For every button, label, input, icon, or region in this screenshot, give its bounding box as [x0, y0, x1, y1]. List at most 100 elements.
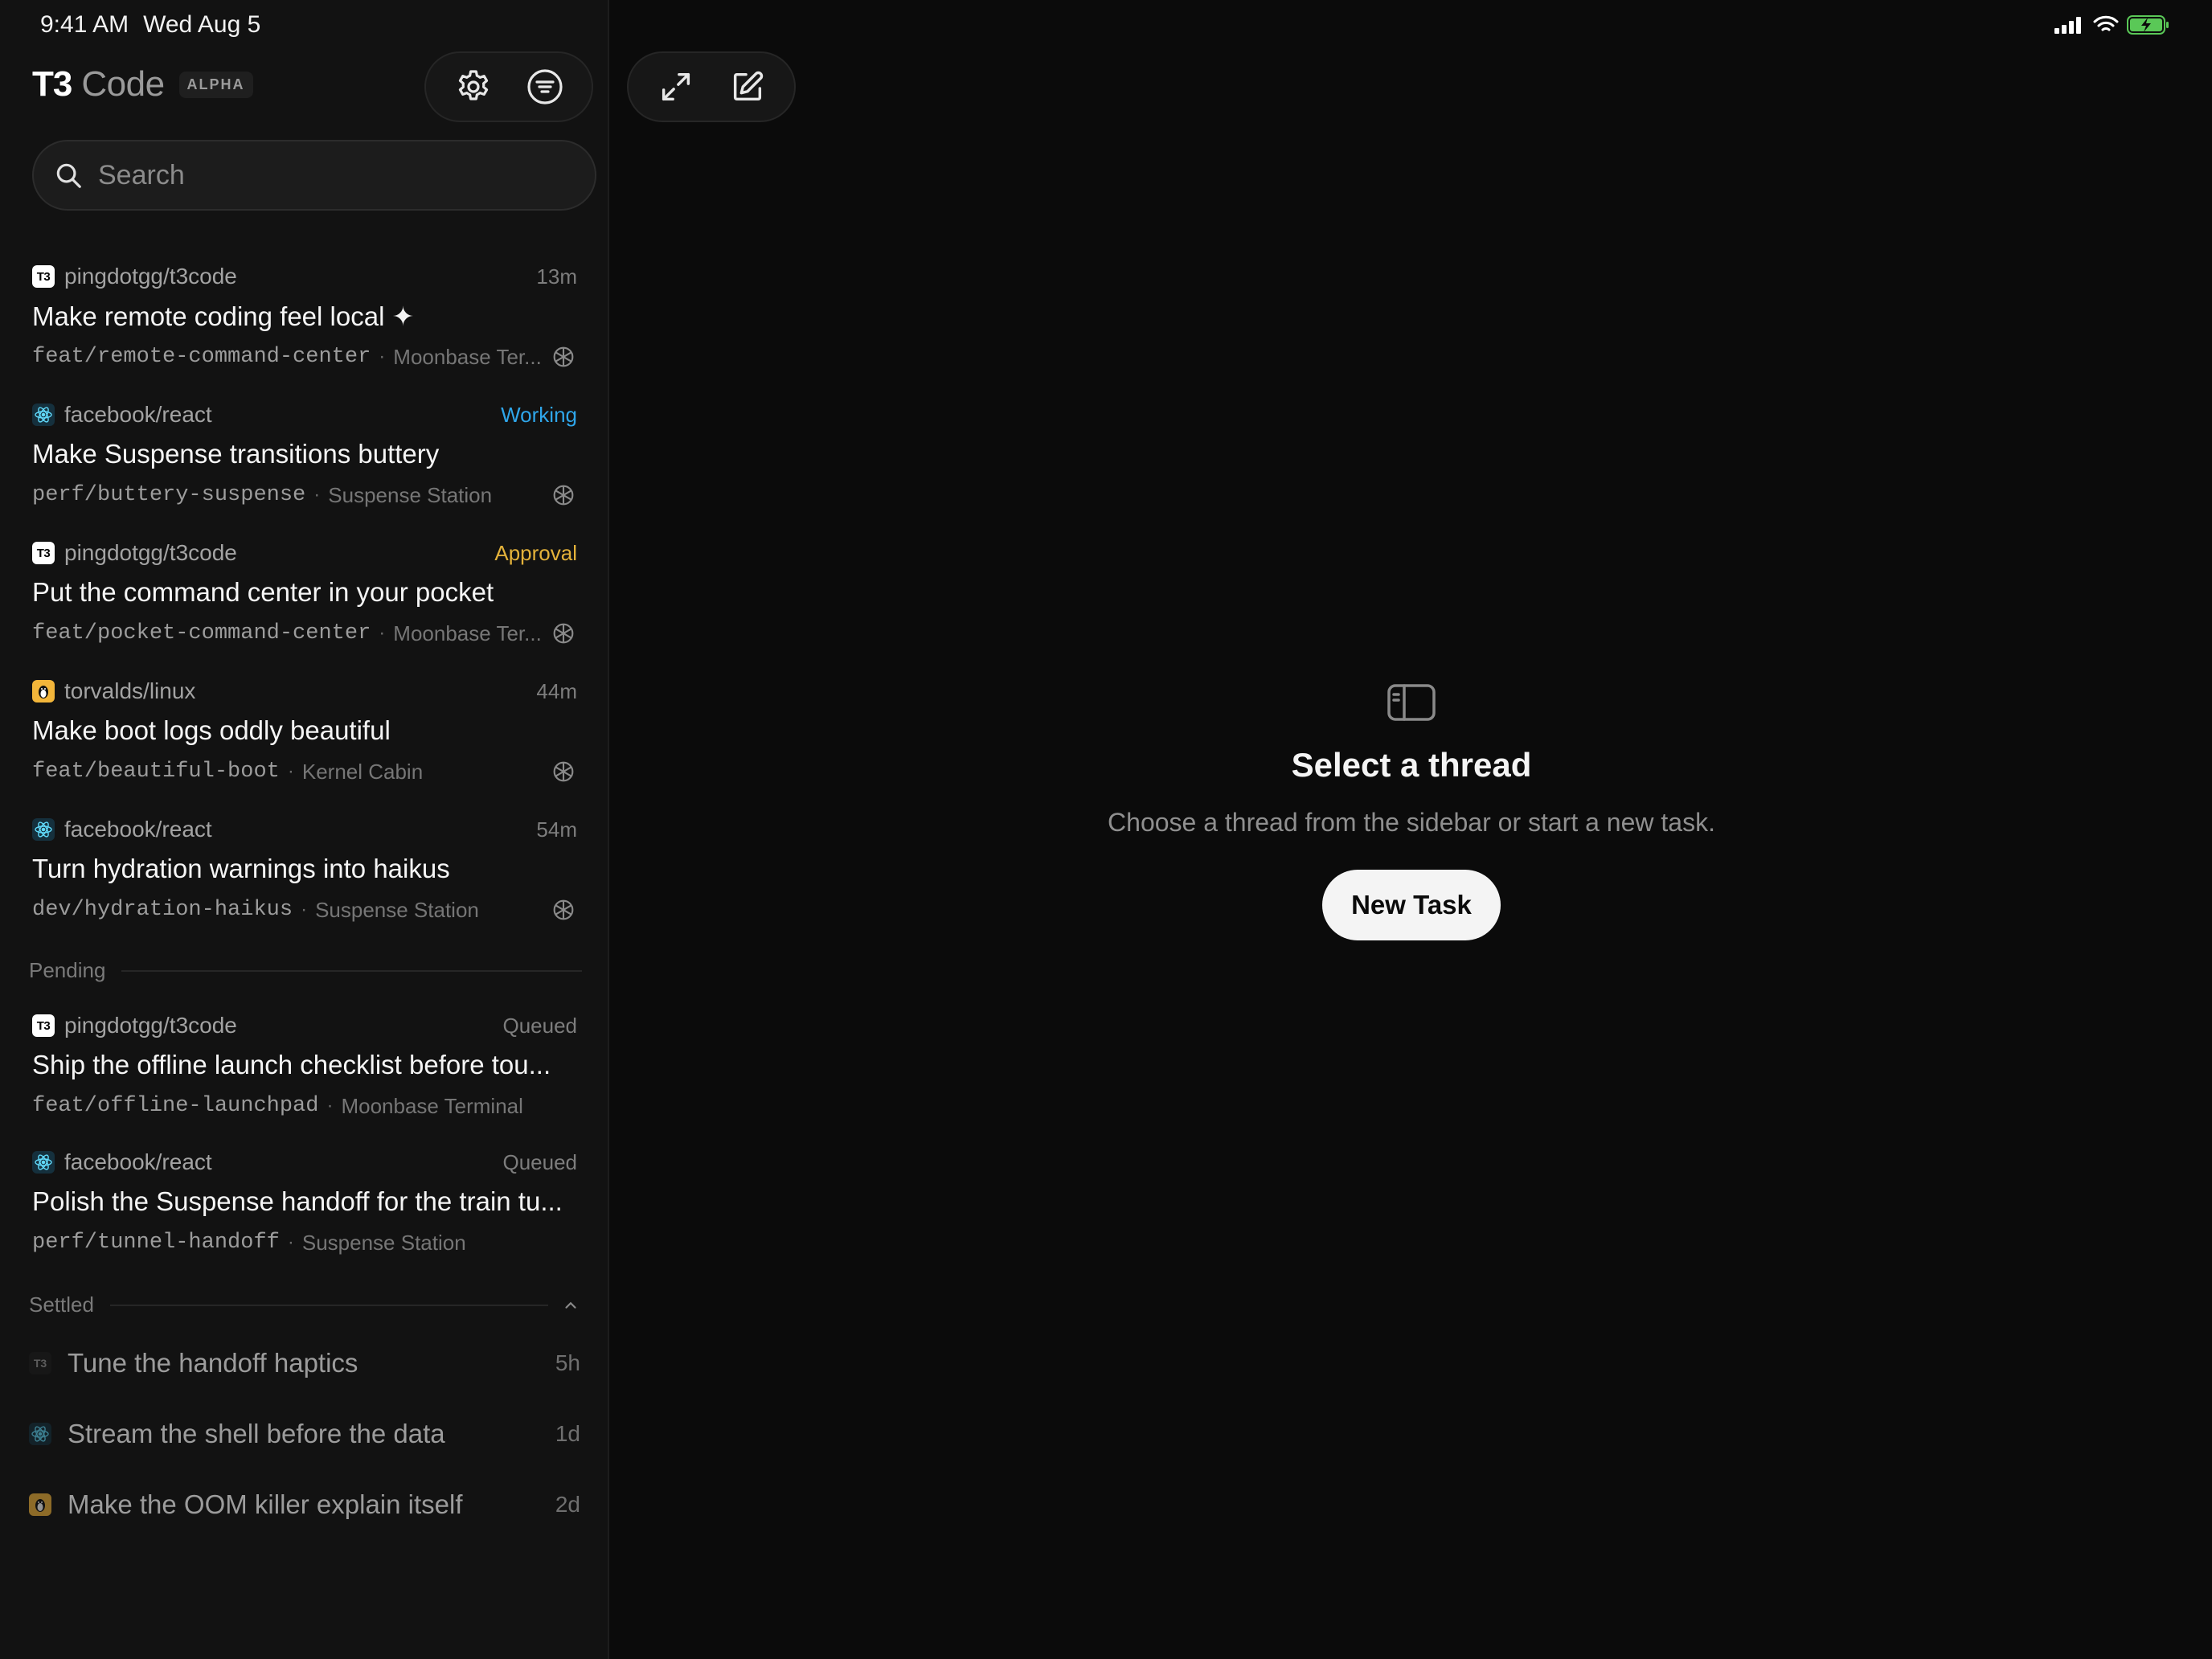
compose-button[interactable] — [718, 57, 777, 117]
thread-host: Suspense Station — [301, 1230, 466, 1255]
thread-title: Make Suspense transitions buttery — [32, 439, 440, 469]
thread-host: Moonbase Terminal — [341, 1093, 523, 1118]
thread-repo: pingdotgg/t3code — [64, 1013, 237, 1038]
thread-branch: perf/tunnel-handoff — [32, 1231, 280, 1255]
search-bar[interactable] — [32, 140, 596, 211]
separator-dot: · — [313, 484, 321, 506]
settled-section-header[interactable]: Settled — [29, 1292, 582, 1317]
thread-item[interactable]: T3 pingdotgg/t3code Approval Put the com… — [32, 539, 577, 648]
chevron-up-icon — [565, 1301, 576, 1309]
thread-title: Polish the Suspense handoff for the trai… — [32, 1186, 563, 1216]
divider — [109, 1304, 548, 1306]
search-icon — [56, 163, 81, 188]
thread-status-approval: Approval — [494, 540, 577, 565]
react-icon — [32, 403, 55, 426]
thread-host: Suspense Station — [328, 482, 493, 507]
t3-logo-icon: T3 — [32, 265, 55, 288]
status-bar-time: 9:41 AM Wed Aug 5 — [40, 11, 275, 39]
filter-button[interactable] — [515, 57, 575, 117]
settled-thread-item[interactable]: T3 Tune the handoff haptics 5h — [29, 1342, 580, 1384]
thread-branch: feat/pocket-command-center — [32, 621, 371, 645]
openai-icon — [553, 761, 574, 782]
battery-charging-icon — [2127, 15, 2169, 35]
thread-title: Turn hydration warnings into haikus — [32, 854, 450, 883]
collapse-toggle[interactable] — [559, 1294, 582, 1317]
thread-age: 1d — [555, 1421, 580, 1446]
thread-time: 44m — [536, 678, 577, 703]
brand-t3: T3 — [32, 64, 72, 104]
thread-branch: feat/offline-launchpad — [32, 1094, 319, 1118]
pending-thread-item[interactable]: T3 pingdotgg/t3code Queued Ship the offl… — [32, 1011, 577, 1120]
thread-title: Make the OOM killer explain itself — [68, 1489, 463, 1519]
app-brand: T3 Code ALPHA — [32, 64, 253, 104]
thread-status-working: Working — [501, 402, 577, 427]
thread-status-queued: Queued — [502, 1013, 577, 1038]
thread-host: Moonbase Ter... — [393, 621, 542, 645]
thread-item[interactable]: T3 pingdotgg/t3code 13m Make remote codi… — [32, 262, 577, 371]
thread-branch: feat/remote-command-center — [32, 345, 371, 369]
cellular-signal-icon — [2054, 17, 2081, 34]
thread-time: 13m — [536, 264, 577, 289]
openai-icon — [553, 485, 574, 506]
empty-state-description: Choose a thread from the sidebar or star… — [1108, 808, 1715, 837]
thread-branch: perf/buttery-suspense — [32, 483, 306, 507]
thread-repo: pingdotgg/t3code — [64, 264, 237, 289]
new-task-button[interactable]: New Task — [1322, 870, 1501, 940]
openai-icon — [553, 623, 574, 644]
t3-logo-icon: T3 — [29, 1352, 51, 1374]
t3-logo-icon: T3 — [32, 1014, 55, 1037]
react-icon — [32, 1151, 55, 1174]
compose-icon — [733, 71, 763, 101]
pending-label: Pending — [29, 958, 106, 982]
search-input[interactable] — [98, 159, 564, 191]
thread-title: Make remote coding feel local ✦ — [32, 301, 415, 331]
gear-icon — [458, 70, 488, 100]
thread-title: Tune the handoff haptics — [68, 1348, 358, 1378]
separator-dot: · — [301, 899, 308, 920]
settled-thread-item[interactable]: Stream the shell before the data 1d — [29, 1413, 580, 1455]
sidebar-actions — [424, 51, 593, 122]
separator-dot: · — [379, 346, 386, 367]
openai-icon — [553, 346, 574, 367]
thread-item[interactable]: facebook/react Working Make Suspense tra… — [32, 400, 577, 510]
react-icon — [32, 818, 55, 841]
thread-branch: dev/hydration-haikus — [32, 898, 293, 922]
thread-host: Suspense Station — [315, 897, 479, 922]
thread-item[interactable]: torvalds/linux 44m Make boot logs oddly … — [32, 677, 577, 786]
thread-status-queued: Queued — [502, 1149, 577, 1174]
filter-icon — [526, 69, 563, 104]
thread-title: Put the command center in your pocket — [32, 577, 494, 607]
expand-button[interactable] — [646, 57, 706, 117]
t3-logo-icon: T3 — [32, 542, 55, 564]
separator-dot: · — [287, 760, 294, 782]
pending-thread-item[interactable]: facebook/react Queued Polish the Suspens… — [32, 1148, 577, 1257]
linux-tux-icon — [32, 680, 55, 703]
thread-repo: facebook/react — [64, 402, 212, 427]
thread-repo: torvalds/linux — [64, 678, 196, 703]
sidebar: 9:41 AM Wed Aug 5 T3 Code ALPHA Search T… — [0, 0, 609, 1659]
pending-section-header: Pending — [29, 958, 582, 983]
thread-title: Stream the shell before the data — [68, 1419, 445, 1448]
brand-code: Code — [81, 64, 165, 104]
status-indicators — [2054, 14, 2170, 35]
divider — [121, 969, 582, 972]
thread-item[interactable]: facebook/react 54m Turn hydration warnin… — [32, 815, 577, 924]
separator-dot: · — [379, 622, 386, 644]
thread-host: Kernel Cabin — [301, 759, 424, 784]
thread-age: 2d — [555, 1492, 580, 1517]
empty-state-title: Select a thread — [1291, 746, 1532, 784]
thread-time: 54m — [536, 817, 577, 842]
thread-repo: pingdotgg/t3code — [64, 540, 237, 565]
linux-tux-icon — [29, 1493, 51, 1516]
thread-branch: feat/beautiful-boot — [32, 760, 280, 784]
status-time: 9:41 AM — [40, 11, 129, 38]
settled-thread-item[interactable]: Make the OOM killer explain itself 2d — [29, 1484, 580, 1526]
sidebar-panel-icon — [1387, 684, 1436, 721]
settled-label: Settled — [29, 1292, 94, 1317]
wifi-icon — [2093, 15, 2119, 31]
settings-button[interactable] — [444, 57, 503, 117]
expand-icon — [662, 72, 690, 101]
separator-dot: · — [287, 1231, 294, 1253]
openai-icon — [553, 899, 574, 920]
separator-dot: · — [326, 1095, 334, 1116]
